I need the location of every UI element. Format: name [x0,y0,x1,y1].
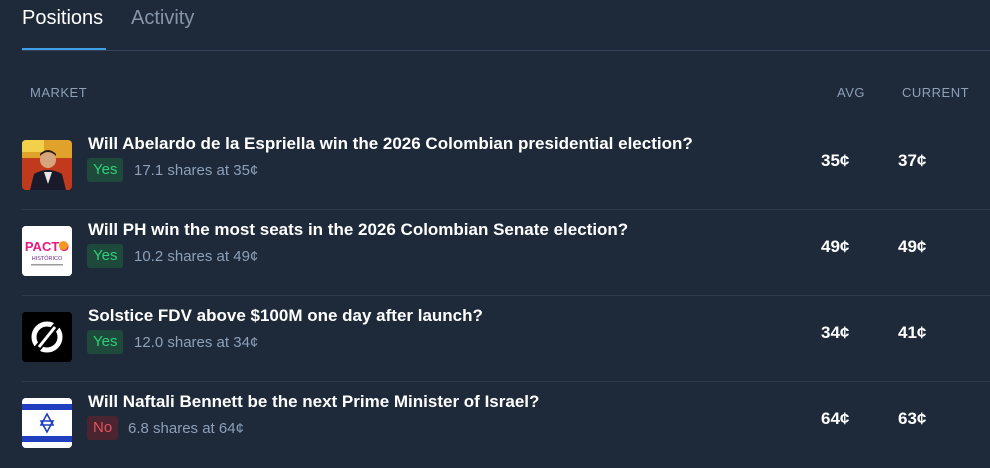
column-header-current: CURRENT [902,85,970,100]
shares-summary: 10.2 shares at 49¢ [134,248,259,265]
market-title[interactable]: Will PH win the most seats in the 2026 C… [88,220,628,240]
position-row[interactable]: Will Naftali Bennett be the next Prime M… [0,382,990,468]
market-title[interactable]: Will Naftali Bennett be the next Prime M… [88,392,539,412]
israel-flag-icon [22,398,72,448]
tab-bar: Positions Activity [0,0,990,52]
column-header-avg: AVG [837,85,865,100]
outcome-badge: No [87,416,119,440]
solstice-logo-icon [22,312,72,362]
avg-price: 35¢ [821,151,850,170]
avg-price: 49¢ [821,237,850,256]
shares-summary: 12.0 shares at 34¢ [134,334,259,351]
current-price: 37¢ [898,151,927,170]
tab-positions[interactable]: Positions [22,7,103,30]
position-row[interactable]: Will Abelardo de la Espriella win the 20… [0,124,990,210]
avg-price: 64¢ [821,409,850,428]
current-price: 63¢ [898,409,927,428]
position-row[interactable]: Solstice FDV above $100M one day after l… [0,296,990,382]
tab-activity[interactable]: Activity [131,7,194,30]
market-title[interactable]: Will Abelardo de la Espriella win the 20… [88,134,693,154]
outcome-badge: Yes [87,330,124,354]
avg-price: 34¢ [821,323,850,342]
shares-summary: 17.1 shares at 35¢ [134,162,259,179]
candidate-portrait-icon [22,140,72,190]
market-title[interactable]: Solstice FDV above $100M one day after l… [88,306,483,326]
tab-bar-divider [22,50,990,51]
current-price: 49¢ [898,237,927,256]
column-header-market: MARKET [30,85,88,100]
outcome-badge: Yes [87,158,124,182]
position-row[interactable]: PACTO HISTÓRICO Will PH win the most sea… [0,210,990,296]
current-price: 41¢ [898,323,927,342]
shares-summary: 6.8 shares at 64¢ [128,420,244,437]
svg-text:HISTÓRICO: HISTÓRICO [32,255,63,262]
outcome-badge: Yes [87,244,124,268]
pacto-historico-logo-icon: PACTO HISTÓRICO [22,226,72,276]
